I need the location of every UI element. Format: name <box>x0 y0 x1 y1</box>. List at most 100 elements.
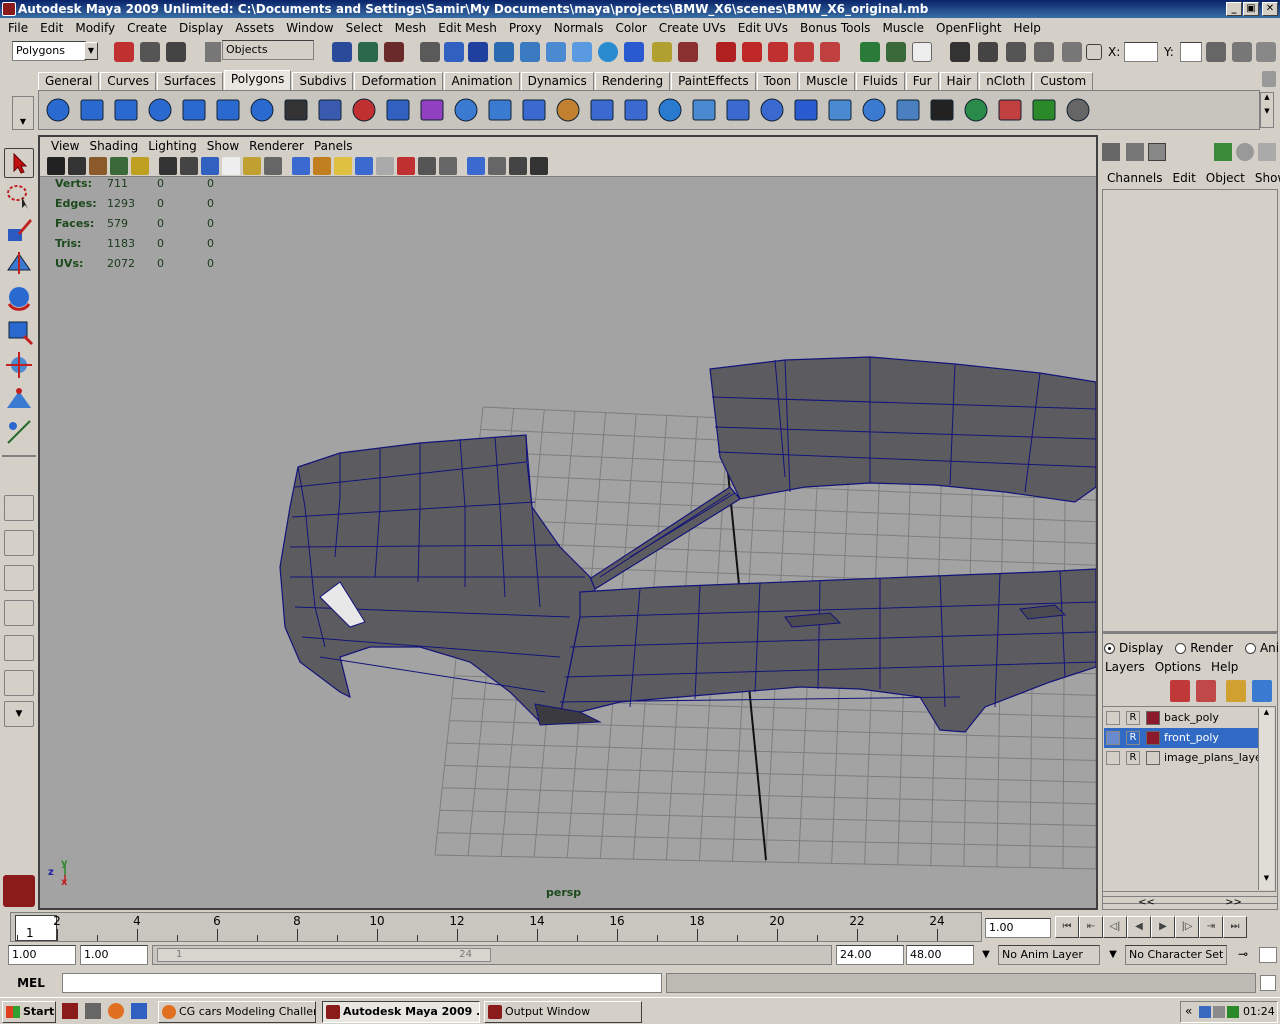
poly-sphere-icon[interactable] <box>43 94 73 126</box>
taskbar-item[interactable]: CG cars Modeling Challen... <box>158 1001 316 1023</box>
poly-torus-icon[interactable] <box>179 94 209 126</box>
select-object-icon[interactable] <box>358 42 378 62</box>
move-layer-up-icon[interactable] <box>1170 680 1190 702</box>
mel-label[interactable]: MEL <box>4 973 58 993</box>
cylindrical-map-icon[interactable] <box>791 94 821 126</box>
character-set-dropdown[interactable]: No Character Set <box>1125 945 1227 965</box>
panel-menu-panels[interactable]: Panels <box>309 139 358 153</box>
smooth-shade-icon[interactable] <box>292 156 310 175</box>
go-to-start-icon[interactable]: ⏮ <box>1055 916 1079 938</box>
shelf-tab-muscle[interactable]: Muscle <box>799 72 855 90</box>
wireframe-icon[interactable] <box>264 156 282 175</box>
insert-edge-loop-icon[interactable] <box>689 94 719 126</box>
minimize-button[interactable]: _ <box>1226 2 1242 16</box>
layer-row[interactable]: Rimage_plans_layer <box>1104 748 1266 768</box>
shelf-tab-hair[interactable]: Hair <box>939 72 979 90</box>
menu-create-uvs[interactable]: Create UVs <box>653 21 732 35</box>
menu-file[interactable]: File <box>2 21 34 35</box>
perspective-viewport[interactable]: Verts: 711 0 0 Edges: 1293 0 0 Faces: 579 0 0 Tris: 1… <box>40 177 1096 908</box>
play-backwards-icon[interactable]: ◀ <box>1127 916 1151 938</box>
panel-menu-renderer[interactable]: Renderer <box>244 139 309 153</box>
snap-curve-icon[interactable] <box>742 42 762 62</box>
checker-map-icon[interactable] <box>927 94 957 126</box>
camera-attributes-icon[interactable] <box>68 156 86 175</box>
mask-render-icon[interactable] <box>598 42 618 62</box>
backface-icon[interactable] <box>439 156 457 175</box>
range-slider-handle[interactable]: 1 24 <box>157 948 491 962</box>
panel-menu-view[interactable]: View <box>46 139 84 153</box>
frame-selected-icon[interactable] <box>488 156 506 175</box>
highlight-selection-icon[interactable] <box>678 42 698 62</box>
radio-dot[interactable] <box>1175 642 1187 654</box>
layer-menu-layers[interactable]: Layers <box>1100 660 1150 676</box>
volume-icon[interactable] <box>1213 1006 1225 1018</box>
panel-menu-show[interactable]: Show <box>202 139 244 153</box>
playback-end-field[interactable]: 24.00 <box>836 945 904 965</box>
layout-menu-button[interactable]: ▼ <box>4 701 34 727</box>
mask-dynamics-icon[interactable] <box>572 42 592 62</box>
menu-openflight[interactable]: OpenFlight <box>930 21 1008 35</box>
paint-select-tool-icon[interactable] <box>4 215 34 245</box>
layer-visibility-toggle[interactable] <box>1106 711 1120 725</box>
playback-start-field[interactable]: 1.00 <box>80 945 148 965</box>
mask-surface-icon[interactable] <box>520 42 540 62</box>
trash-icon[interactable] <box>1262 71 1276 87</box>
step-back-frame-icon[interactable]: ◁| <box>1103 916 1127 938</box>
poly-cylinder-icon[interactable] <box>111 94 141 126</box>
mask-curve-icon[interactable] <box>494 42 514 62</box>
chevron-down-icon[interactable]: ▼ <box>1103 946 1123 964</box>
persp-outliner-layout-icon[interactable] <box>4 565 34 591</box>
layer-menu-help[interactable]: Help <box>1206 660 1243 676</box>
menu-proxy[interactable]: Proxy <box>503 21 548 35</box>
poly-cone-icon[interactable] <box>145 94 175 126</box>
mask-icon[interactable] <box>420 42 440 62</box>
mask-joint-icon[interactable] <box>468 42 488 62</box>
film-gate-icon[interactable] <box>180 156 198 175</box>
menu-display[interactable]: Display <box>173 21 229 35</box>
safely-remove-icon[interactable] <box>1227 1006 1239 1018</box>
bridge-icon[interactable] <box>655 94 685 126</box>
step-forward-frame-icon[interactable]: |▷ <box>1175 916 1199 938</box>
layer-render-toggle[interactable]: R <box>1126 751 1140 765</box>
start-button[interactable]: Start <box>2 1001 56 1023</box>
layer-menu-options[interactable]: Options <box>1150 660 1206 676</box>
layer-editor-icon[interactable] <box>1126 143 1144 161</box>
render-view-icon[interactable] <box>530 156 548 175</box>
planar-map-icon[interactable] <box>757 94 787 126</box>
maya-quicklaunch-icon[interactable] <box>62 1003 78 1019</box>
panel-menu-lighting[interactable]: Lighting <box>143 139 202 153</box>
shadows-icon[interactable] <box>355 156 373 175</box>
shelf-tab-painteffects[interactable]: PaintEffects <box>671 72 756 90</box>
poly-pipe-icon[interactable] <box>247 94 277 126</box>
graph-editor-layout-icon[interactable] <box>4 670 34 696</box>
bookmark-icon[interactable] <box>89 156 107 175</box>
menu-assets[interactable]: Assets <box>229 21 280 35</box>
shelf-tab-animation[interactable]: Animation <box>444 72 520 90</box>
append-polygon-icon[interactable] <box>553 94 583 126</box>
channel-box-toggle-icon[interactable] <box>1206 42 1226 62</box>
animation-start-field[interactable]: 1.00 <box>8 945 76 965</box>
taskbar-item[interactable]: Autodesk Maya 2009 ... <box>322 1001 480 1023</box>
menu-edit[interactable]: Edit <box>34 21 69 35</box>
menu-normals[interactable]: Normals <box>548 21 610 35</box>
time-slider[interactable]: 1 2 4 6 8 10 12 14 16 18 20 22 24 <box>10 912 982 942</box>
layer-visibility-toggle[interactable] <box>1106 751 1120 765</box>
menuset-dropdown[interactable]: Polygons <box>12 41 86 61</box>
help-question-icon[interactable] <box>624 42 644 62</box>
scroll-left-button[interactable]: << <box>1138 897 1155 909</box>
layout-uv-icon[interactable] <box>995 94 1025 126</box>
snap-live-icon[interactable] <box>820 42 840 62</box>
menu-color[interactable]: Color <box>609 21 652 35</box>
show-manipulator-icon[interactable] <box>4 417 34 447</box>
menu-bonus-tools[interactable]: Bonus Tools <box>794 21 876 35</box>
grid-icon[interactable] <box>159 156 177 175</box>
app-quicklaunch-icon[interactable] <box>131 1003 147 1019</box>
radio-dot[interactable] <box>1244 642 1256 654</box>
split-polygon-icon[interactable] <box>587 94 617 126</box>
extract-icon[interactable] <box>383 94 413 126</box>
shelf-tab-dynamics[interactable]: Dynamics <box>520 72 594 90</box>
manip-display-icon[interactable] <box>1214 143 1232 161</box>
shelf-tab-rendering[interactable]: Rendering <box>594 72 671 90</box>
channel-menu-channels[interactable]: Channels <box>1102 171 1168 189</box>
animation-end-field[interactable]: 48.00 <box>906 945 974 965</box>
